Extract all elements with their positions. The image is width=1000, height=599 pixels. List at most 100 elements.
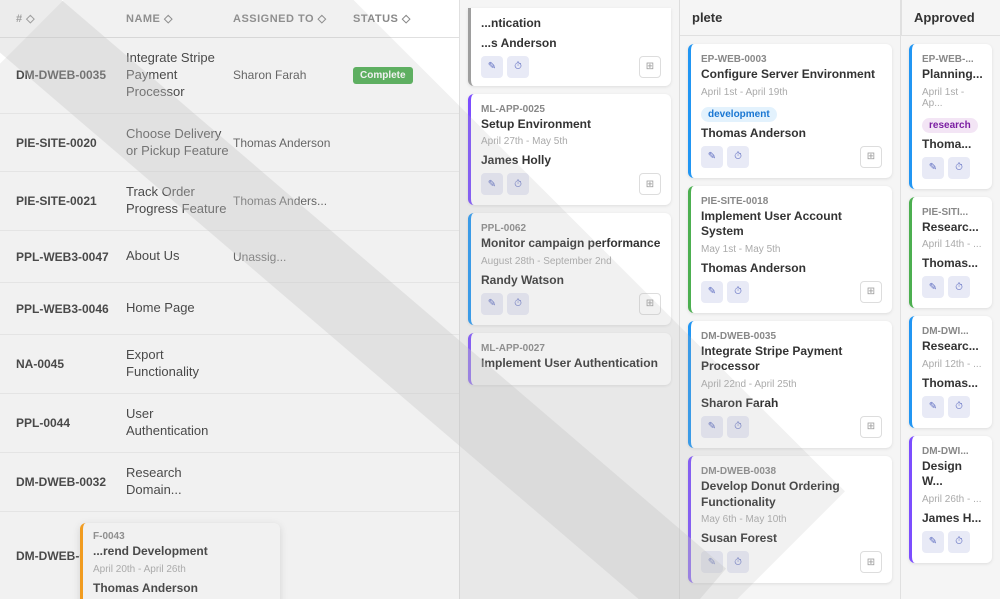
approved-column: Approved EP-WEB-... Planning... April 1s…	[901, 0, 1000, 599]
card-title: Setup Environment	[481, 117, 661, 133]
card-id: EP-WEB-...	[922, 54, 982, 65]
col-header-name[interactable]: NAME ◇	[126, 12, 233, 25]
expand-icon[interactable]: ⊞	[639, 56, 661, 78]
card-person: Thomas Anderson	[701, 126, 882, 140]
main-container: # ◇ NAME ◇ ASSIGNED TO ◇ STATUS ◇ DM-DWE…	[0, 0, 1000, 599]
kanban-card[interactable]: PIE-SITI... Researc... April 14th - ... …	[909, 197, 992, 309]
edit-icon-btn[interactable]: ✎	[481, 293, 503, 315]
clock-icon-btn[interactable]: ⏱	[727, 281, 749, 303]
row-status: Complete	[353, 66, 443, 84]
table-row[interactable]: DM-DWEB-0035 Integrate Stripe Payment Pr…	[0, 38, 459, 114]
card-person: James Holly	[481, 153, 661, 167]
kanban-card[interactable]: DM-DWEB-0038 Develop Donut Ordering Func…	[688, 456, 892, 583]
edit-icon-btn[interactable]: ✎	[922, 276, 944, 298]
card-person: Randy Watson	[481, 273, 661, 287]
kanban-card[interactable]: DM-DWEB-0035 Integrate Stripe Payment Pr…	[688, 321, 892, 448]
card-date: April 26th - ...	[922, 494, 982, 505]
col-header-status[interactable]: STATUS ◇	[353, 12, 443, 25]
clock-icon-btn[interactable]: ⏱	[727, 146, 749, 168]
complete-col-header: plete	[680, 0, 900, 36]
status-badge: Complete	[353, 67, 413, 84]
clock-icon-btn[interactable]: ⏱	[727, 551, 749, 573]
edit-icon-btn[interactable]: ✎	[481, 56, 503, 78]
kanban-card[interactable]: DM-DWI... Researc... April 12th - ... Th…	[909, 316, 992, 428]
card-title: ...rend Development	[93, 544, 270, 560]
edit-icon-btn[interactable]: ✎	[701, 416, 723, 438]
card-title: Integrate Stripe Payment Processor	[701, 344, 882, 375]
card-actions: ✎ ⏱ ⊞	[701, 146, 882, 168]
card-icons: ✎ ⏱	[701, 416, 749, 438]
edit-icon-btn[interactable]: ✎	[701, 146, 723, 168]
card-actions: ✎ ⏱ ⊞	[481, 293, 661, 315]
col-header-assigned[interactable]: ASSIGNED TO ◇	[233, 12, 353, 25]
card-actions: ✎ ⏱ ⊞	[701, 281, 882, 303]
row-name: About Us	[126, 248, 233, 265]
table-row[interactable]: PPL-WEB3-0047 About Us Unassig...	[0, 231, 459, 283]
edit-icon-btn[interactable]: ✎	[922, 531, 944, 553]
clock-icon-btn[interactable]: ⏱	[948, 157, 970, 179]
card-title: Implement User Authentication	[481, 356, 661, 372]
expand-icon[interactable]: ⊞	[639, 173, 661, 195]
expand-icon[interactable]: ⊞	[639, 293, 661, 315]
edit-icon-btn[interactable]: ✎	[701, 551, 723, 573]
card-id: ML-APP-0027	[481, 343, 661, 354]
expand-icon[interactable]: ⊞	[860, 146, 882, 168]
partial-card-top: ...ntication ...s Anderson ✎ ⏱ ⊞	[468, 8, 671, 86]
col-header-id[interactable]: # ◇	[16, 12, 126, 25]
card-actions: ✎ ⏱ ⊞	[481, 56, 661, 78]
kanban-mid-column: ...ntication ...s Anderson ✎ ⏱ ⊞ ML-APP-…	[460, 0, 680, 599]
card-title: Researc...	[922, 339, 982, 355]
expand-icon[interactable]: ⊞	[860, 551, 882, 573]
expand-icon[interactable]: ⊞	[860, 416, 882, 438]
card-title: Planning...	[922, 67, 982, 83]
edit-icon-btn[interactable]: ✎	[922, 396, 944, 418]
card-date: April 1st - Ap...	[922, 87, 982, 109]
card-icons: ✎ ⏱	[922, 157, 970, 179]
kanban-card[interactable]: DM-DWI... Design W... April 26th - ... J…	[909, 436, 992, 563]
clock-icon-btn[interactable]: ⏱	[948, 531, 970, 553]
clock-icon-btn[interactable]: ⏱	[507, 293, 529, 315]
edit-icon-btn[interactable]: ✎	[701, 281, 723, 303]
clock-icon-btn[interactable]: ⏱	[507, 173, 529, 195]
card-id: DM-DWEB-0038	[701, 466, 882, 477]
kanban-card[interactable]: ML-APP-0027 Implement User Authenticatio…	[468, 333, 671, 386]
card-icons: ✎ ⏱	[922, 396, 970, 418]
table-row[interactable]: PIE-SITE-0021 Track Order Progress Featu…	[0, 172, 459, 231]
table-row[interactable]: PPL-0044 User Authentication	[0, 394, 459, 453]
table-row[interactable]: PPL-WEB3-0046 Home Page	[0, 283, 459, 335]
card-date: April 20th - April 26th	[93, 564, 270, 575]
card-date: May 1st - May 5th	[701, 244, 882, 255]
table-row[interactable]: NA-0045 Export Functionality	[0, 335, 459, 394]
table-row[interactable]: DM-DWEB-0033 Set Up Di... F-0043 ...rend…	[0, 512, 459, 599]
row-name: Choose Delivery or Pickup Feature	[126, 126, 233, 160]
card-icons: ✎ ⏱	[922, 276, 970, 298]
card-title: Configure Server Environment	[701, 67, 882, 83]
clock-icon-btn[interactable]: ⏱	[948, 396, 970, 418]
row-id: PPL-0044	[16, 416, 126, 430]
card-person: Thomas...	[922, 376, 982, 390]
expand-icon[interactable]: ⊞	[860, 281, 882, 303]
complete-column: plete EP-WEB-0003 Configure Server Envir…	[680, 0, 900, 599]
kanban-card[interactable]: EP-WEB-... Planning... April 1st - Ap...…	[909, 44, 992, 189]
clock-icon-btn[interactable]: ⏱	[948, 276, 970, 298]
kanban-card[interactable]: ML-APP-0025 Setup Environment April 27th…	[468, 94, 671, 206]
kanban-card[interactable]: PIE-SITE-0018 Implement User Account Sys…	[688, 186, 892, 313]
edit-icon-btn[interactable]: ✎	[922, 157, 944, 179]
table-row[interactable]: DM-DWEB-0032 Research Domain...	[0, 453, 459, 512]
card-actions: ✎ ⏱	[922, 531, 982, 553]
kanban-card[interactable]: PPL-0062 Monitor campaign performance Au…	[468, 213, 671, 325]
clock-icon-btn[interactable]: ⏱	[727, 416, 749, 438]
card-person: Thoma...	[922, 137, 982, 151]
row-id: DM-DWEB-0035	[16, 68, 126, 82]
row-assigned: Unassig...	[233, 250, 353, 264]
kanban-card[interactable]: EP-WEB-0003 Configure Server Environment…	[688, 44, 892, 178]
table-row[interactable]: PIE-SITE-0020 Choose Delivery or Pickup …	[0, 114, 459, 173]
card-date: April 22nd - April 25th	[701, 379, 882, 390]
card-icons: ✎ ⏱	[701, 146, 749, 168]
card-date: April 1st - April 19th	[701, 87, 882, 98]
edit-icon-btn[interactable]: ✎	[481, 173, 503, 195]
card-actions: ✎ ⏱ ⊞	[701, 416, 882, 438]
clock-icon-btn[interactable]: ⏱	[507, 56, 529, 78]
card-person: ...s Anderson	[481, 36, 661, 50]
card-title: Develop Donut Ordering Functionality	[701, 479, 882, 510]
